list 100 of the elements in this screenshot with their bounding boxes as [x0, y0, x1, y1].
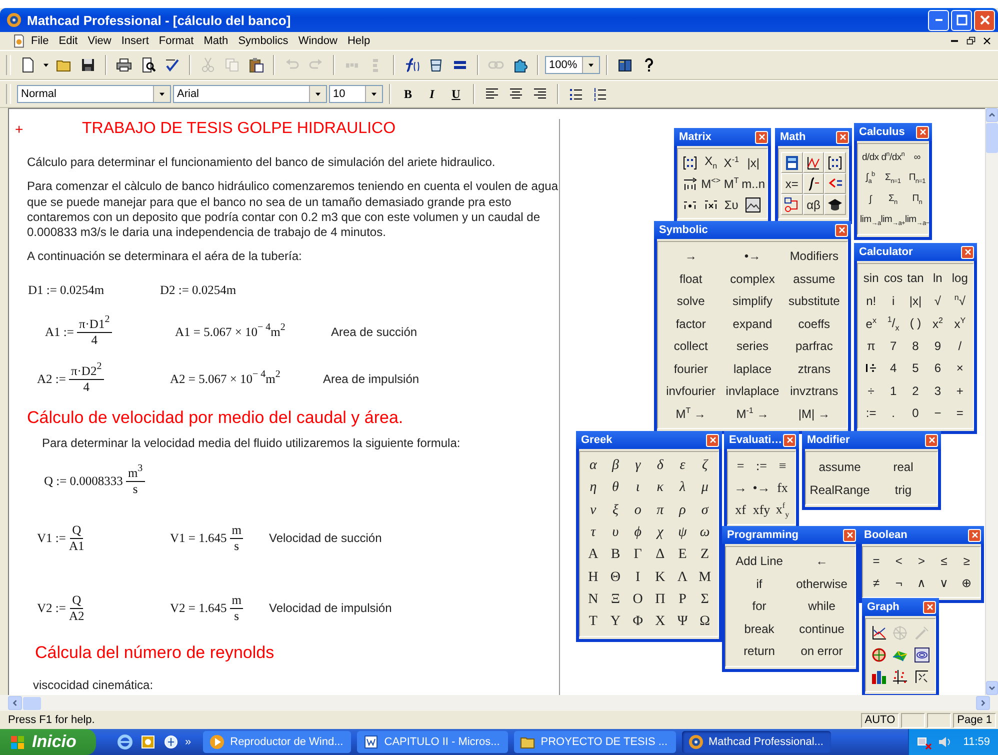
style-dropdown[interactable]: Normal [17, 85, 171, 103]
horizontal-scrollbar[interactable] [0, 695, 998, 711]
palette-button[interactable]: •→ [722, 245, 784, 268]
palette-button[interactable]: Ο [626, 588, 649, 612]
palette-button[interactable]: invlaplace [722, 380, 784, 402]
palette-button[interactable]: n! [860, 290, 882, 312]
palette-button[interactable]: $^{n}$√ [948, 290, 971, 312]
palette-button[interactable]: Π [649, 588, 672, 612]
palette-button[interactable]: x$^{Y}$ [948, 312, 971, 334]
palette-button[interactable]: otherwise [790, 572, 853, 595]
palette-button[interactable]: Τ [582, 611, 604, 634]
palette-button[interactable]: Γ [626, 544, 649, 566]
palette-button[interactable]: Α [582, 544, 604, 566]
palette-button[interactable]: Ξ [604, 588, 627, 612]
palette-button[interactable]: sin [860, 267, 882, 290]
palette-button[interactable]: trig [872, 478, 935, 501]
palette-button[interactable]: xf [730, 499, 751, 521]
palette-button[interactable] [802, 152, 824, 173]
palette-button[interactable]: αβ [802, 194, 824, 215]
palette-button[interactable]: i [882, 290, 904, 312]
palette-button[interactable]: M$^{T}$ → [660, 402, 722, 425]
palette-button[interactable]: γ [626, 455, 649, 478]
palette-button[interactable]: 8 [904, 334, 927, 357]
palette-button[interactable]: ∫ [860, 189, 881, 210]
palette-button[interactable]: ∧ [910, 572, 933, 594]
palette-button[interactable]: β [604, 455, 627, 478]
palette-button[interactable]: 6 [926, 357, 949, 380]
menu-item[interactable]: Window [293, 35, 342, 47]
menu-item[interactable]: Edit [54, 35, 83, 47]
palette-button[interactable]: × [948, 357, 971, 380]
palette-button[interactable]: ψ [671, 522, 694, 544]
palette-button[interactable]: α [582, 455, 604, 478]
palette-button[interactable]: invfourier [660, 380, 722, 402]
palette-button[interactable]: while [790, 595, 853, 618]
palette-button[interactable]: parfrac [783, 335, 845, 358]
palette-button[interactable]: Ι [626, 566, 649, 589]
palette-button[interactable]: ztrans [783, 358, 845, 380]
vertical-scrollbar[interactable] [985, 108, 998, 695]
palette-button[interactable]: Θ [604, 566, 627, 589]
palette-button[interactable]: collect [660, 335, 722, 358]
palette-button[interactable]: expand [722, 312, 784, 335]
palette-button[interactable]: series [722, 335, 784, 358]
palette-button[interactable]: continue [790, 618, 853, 640]
palette-button[interactable]: → [660, 245, 722, 268]
palette-button[interactable]: = [865, 550, 888, 572]
palette-button[interactable]: . [882, 402, 904, 424]
palette-button[interactable]: $^{1}$/$_{x}$ [882, 312, 904, 334]
palette-button[interactable]: ( ) [904, 312, 927, 334]
palette-button[interactable]: ∨ [932, 572, 956, 594]
palette-button[interactable]: 7 [882, 334, 904, 357]
palette-button[interactable]: ∞ [905, 147, 930, 168]
palette-button[interactable]: 2 [904, 380, 927, 402]
palette-button[interactable]: 4 [882, 357, 904, 380]
palette-button[interactable]: Λ [671, 566, 694, 589]
palette-button[interactable]: 1 [882, 380, 904, 402]
palette-button[interactable]: + [948, 380, 971, 402]
palette-button[interactable]: ⊕ [955, 572, 978, 594]
palette-button[interactable] [824, 173, 846, 194]
palette-button[interactable]: •→ [751, 477, 772, 499]
bold-button[interactable]: B [397, 83, 419, 105]
menu-item[interactable]: Insert [116, 35, 154, 47]
palette-button[interactable]: ι [626, 477, 649, 500]
palette-button[interactable]: ≥ [955, 550, 978, 572]
palette-button[interactable]: Κ [649, 566, 672, 589]
palette-button[interactable]: 3 [926, 380, 949, 402]
palette-button[interactable]: η [582, 477, 604, 500]
palette-button[interactable]: ϕ [626, 522, 649, 544]
palette-button[interactable]: ≡ [772, 455, 793, 477]
taskbar-button[interactable]: Reproductor de Wind... [203, 731, 352, 753]
palette-button[interactable]: assume [808, 455, 872, 478]
palette-button[interactable]: Ν [582, 588, 604, 612]
palette-button[interactable] [824, 194, 846, 215]
palette-button[interactable]: M$^{<>}$ [700, 173, 722, 194]
menu-item[interactable]: Help [342, 35, 376, 47]
palette-button[interactable]: Σ$_{n=1}$ [880, 168, 906, 189]
palette-button[interactable]: Ω [694, 611, 716, 634]
palette-button[interactable]: 0 [904, 402, 927, 424]
palette-button[interactable]: ξ [604, 500, 627, 522]
palette-button[interactable]: invztrans [783, 380, 845, 402]
palette-button[interactable]: Ε [671, 544, 694, 566]
palette-button[interactable]: ≠ [865, 572, 888, 594]
palette-button[interactable]: |x| [904, 290, 927, 312]
menu-item[interactable]: File [26, 35, 54, 47]
maximize-button[interactable] [951, 10, 972, 30]
menu-item[interactable]: Symbolics [233, 35, 294, 47]
palette-button[interactable]: := [751, 455, 772, 477]
palette-button[interactable]: X$_{n}$ [700, 152, 722, 173]
palette-button[interactable]: xfy [751, 499, 772, 521]
palette-button[interactable]: M$^{T}$ [721, 173, 742, 194]
palette-button[interactable]: d/dx [860, 147, 881, 168]
palette-button[interactable]: Ζ [694, 544, 716, 566]
palette-button[interactable]: Ρ [671, 588, 694, 612]
palette-button[interactable]: coeffs [783, 312, 845, 335]
palette-button[interactable]: Add Line [728, 550, 790, 572]
palette-button[interactable]: return [728, 640, 790, 662]
palette-button[interactable]: factor [660, 312, 722, 335]
palette-button[interactable]: ο [626, 500, 649, 522]
underline-button[interactable]: U [445, 83, 467, 105]
palette-button[interactable]: Φ [626, 611, 649, 634]
palette-button[interactable]: σ [694, 500, 716, 522]
